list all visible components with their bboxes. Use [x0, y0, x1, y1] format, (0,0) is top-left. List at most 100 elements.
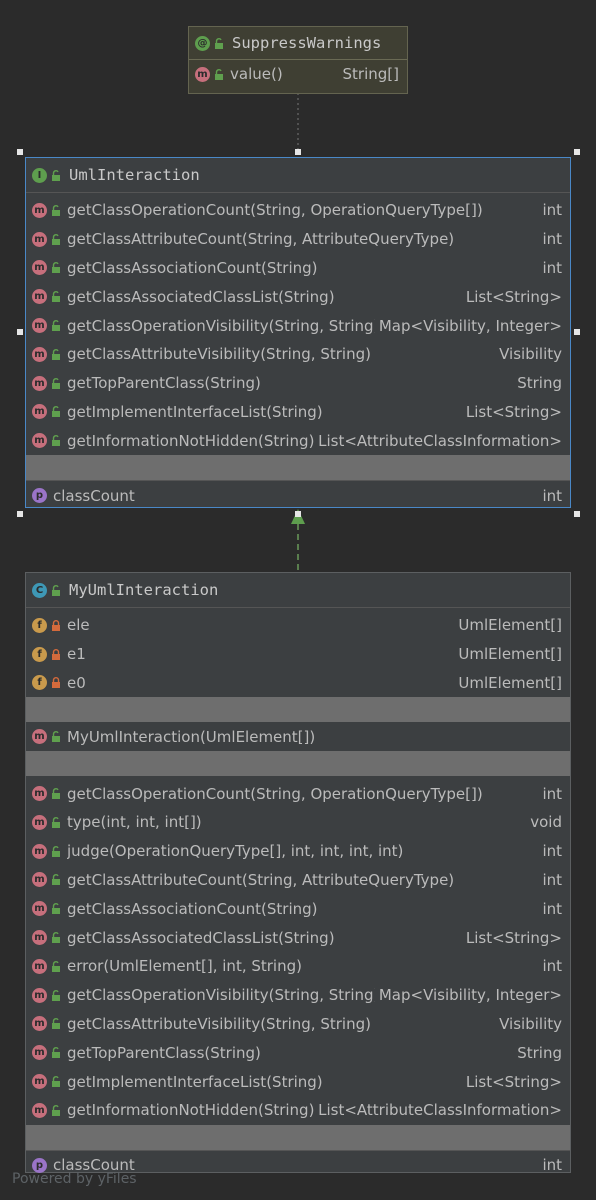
class-title: MyUmlInteraction — [69, 581, 219, 599]
method-row[interactable]: m getClassAttributeVisibility(String, Str… — [26, 340, 570, 369]
method-row[interactable]: m getClassAttributeCount(String, Attribut… — [26, 866, 570, 895]
field-row[interactable]: f e1 UmlElement[] — [26, 640, 570, 669]
public-lock-icon — [51, 932, 61, 944]
member-type: void — [530, 813, 562, 832]
method-row[interactable]: m type(int, int, int[]) void — [26, 808, 570, 837]
member-type: Map<Visibility, Integer> — [378, 316, 562, 335]
public-lock-icon — [51, 1076, 61, 1088]
method-kind-icon: m — [32, 1045, 47, 1061]
method-row[interactable]: m getClassOperationCount(String, Operatio… — [26, 779, 570, 808]
method-row[interactable]: m getClassAttributeCount(String, Attribut… — [26, 225, 570, 254]
member-name: getClassOperationCount(String, Operation… — [67, 784, 483, 803]
member-type: List<String> — [465, 1072, 562, 1091]
method-row[interactable]: m getClassAttributeVisibility(String, Str… — [26, 1010, 570, 1039]
method-row[interactable]: m getClassOperationVisibility(String, Str… — [26, 981, 570, 1010]
method-row[interactable]: m getClassAssociationCount(String) int — [26, 894, 570, 923]
method-row[interactable]: m getImplementInterfaceList(String) List<S… — [26, 398, 570, 427]
member-name: getClassAssociatedClassList(String) — [67, 287, 335, 306]
member-name: MyUmlInteraction(UmlElement[]) — [67, 727, 316, 746]
class-node[interactable]: C MyUmlInteraction f ele UmlElement[] f e1 Um… — [25, 572, 571, 1174]
method-row[interactable]: m getInformationNotHidden(String) List<Att… — [26, 426, 570, 455]
method-row[interactable]: m getInformationNotHidden(String) List<Att… — [26, 1096, 570, 1125]
member-type: List<String> — [465, 287, 562, 306]
member-type: String — [517, 1043, 562, 1062]
public-lock-icon — [51, 874, 61, 886]
member-type: UmlElement[] — [458, 616, 562, 635]
public-lock-icon — [51, 1104, 61, 1116]
annotation-node[interactable]: @ SuppressWarnings m value() String[] — [188, 26, 408, 94]
member-name: classCount — [53, 486, 135, 505]
member-type: int — [542, 957, 562, 976]
class-icon: C — [32, 582, 47, 598]
method-row[interactable]: m getTopParentClass(String) String — [26, 369, 570, 398]
public-lock-icon — [51, 262, 61, 274]
private-lock-icon — [51, 677, 61, 689]
member-name: getInformationNotHidden(String) — [67, 431, 315, 450]
class-constructors: m MyUmlInteraction(UmlElement[]) — [26, 722, 570, 751]
method-kind-icon: m — [32, 289, 47, 305]
member-type: int — [542, 201, 562, 220]
method-kind-icon: m — [32, 404, 47, 420]
selection-handle[interactable] — [17, 149, 23, 155]
method-row[interactable]: m getClassAssociatedClassList(String) List… — [26, 282, 570, 311]
method-row[interactable]: m getClassAssociatedClassList(String) List… — [26, 923, 570, 952]
member-type: int — [542, 230, 562, 249]
method-row[interactable]: m error(UmlElement[], int, String) int — [26, 952, 570, 981]
method-row[interactable]: m getClassAssociationCount(String) int — [26, 254, 570, 283]
method-kind-icon: m — [32, 433, 47, 449]
interface-node[interactable]: I UmlInteraction m getClassOperationCount… — [25, 157, 571, 508]
interface-methods: m getClassOperationCount(String, Operatio… — [26, 193, 570, 455]
field-kind-icon: f — [32, 617, 47, 633]
private-lock-icon — [51, 648, 61, 660]
member-type: List<AttributeClassInformation> — [318, 1101, 562, 1120]
member-name: judge(OperationQueryType[], int, int, in… — [67, 842, 404, 861]
selection-handle[interactable] — [17, 329, 23, 335]
member-name: getClassAttributeVisibility(String, Stri… — [67, 345, 371, 364]
method-kind-icon: m — [32, 930, 47, 946]
public-lock-icon — [214, 37, 224, 49]
member-name: type(int, int, int[]) — [67, 813, 202, 832]
selection-handle[interactable] — [295, 511, 301, 517]
private-lock-icon — [51, 619, 61, 631]
member-name: getClassOperationCount(String, Operation… — [67, 201, 483, 220]
public-lock-icon — [51, 1018, 61, 1030]
member-type: int — [542, 486, 562, 505]
field-row[interactable]: f ele UmlElement[] — [26, 611, 570, 640]
member-name: getClassOperationVisibility(String, Stri… — [67, 316, 375, 335]
annotation-member-row[interactable]: m value() String[] — [189, 60, 407, 89]
member-type: List<AttributeClassInformation> — [318, 431, 562, 450]
constructor-row[interactable]: m MyUmlInteraction(UmlElement[]) — [26, 722, 570, 751]
method-row[interactable]: m getClassOperationCount(String, Operatio… — [26, 196, 570, 225]
method-row[interactable]: m getTopParentClass(String) String — [26, 1038, 570, 1067]
member-name: value() — [230, 65, 283, 84]
selection-handle[interactable] — [17, 511, 23, 517]
selection-handle[interactable] — [574, 149, 580, 155]
class-fields: f ele UmlElement[] f e1 UmlElement[] f e0 UmlEle… — [26, 608, 570, 697]
method-row[interactable]: m getClassOperationVisibility(String, Str… — [26, 311, 570, 340]
selection-handle[interactable] — [574, 329, 580, 335]
method-kind-icon: m — [32, 1016, 47, 1032]
member-type: int — [542, 258, 562, 277]
method-kind-icon: m — [32, 814, 47, 830]
method-row[interactable]: m judge(OperationQueryType[], int, int, i… — [26, 837, 570, 866]
member-type: UmlElement[] — [458, 673, 562, 692]
member-type: String — [517, 374, 562, 393]
member-name: e1 — [67, 645, 86, 664]
property-row[interactable]: p classCount int — [26, 481, 570, 510]
member-type: int — [542, 842, 562, 861]
footer-credit: Powered by yFiles — [12, 1171, 137, 1187]
member-type: int — [542, 784, 562, 803]
public-lock-icon — [51, 435, 61, 447]
field-row[interactable]: f e0 UmlElement[] — [26, 669, 570, 698]
annotation-members: m value() String[] — [189, 60, 407, 89]
selection-handle[interactable] — [295, 149, 301, 155]
selection-handle[interactable] — [574, 511, 580, 517]
member-type: Map<Visibility, Integer> — [378, 986, 562, 1005]
method-row[interactable]: m getImplementInterfaceList(String) List<S… — [26, 1067, 570, 1096]
annotation-icon: @ — [195, 35, 210, 51]
method-kind-icon: m — [32, 843, 47, 859]
public-lock-icon — [51, 291, 61, 303]
field-kind-icon: f — [32, 646, 47, 662]
method-kind-icon: m — [32, 318, 47, 334]
member-type: List<String> — [465, 402, 562, 421]
